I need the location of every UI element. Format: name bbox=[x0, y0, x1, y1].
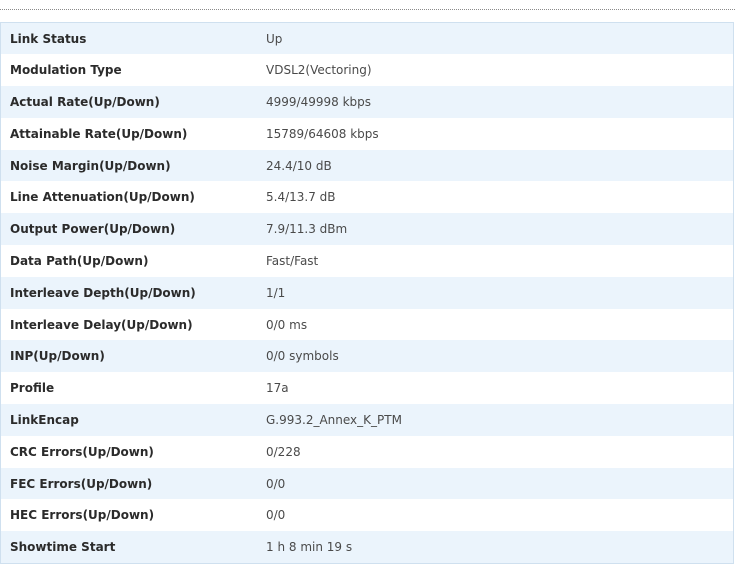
row-label: Interleave Delay(Up/Down) bbox=[0, 308, 266, 341]
table-row: Actual Rate(Up/Down) 4999/49998 kbps bbox=[0, 86, 734, 118]
table-row: HEC Errors(Up/Down) 0/0 bbox=[0, 499, 734, 532]
row-value: 15789/64608 kbps bbox=[266, 117, 734, 150]
row-label: Attainable Rate(Up/Down) bbox=[0, 117, 266, 150]
row-label: Link Status bbox=[0, 22, 266, 55]
table-row: Output Power(Up/Down) 7.9/11.3 dBm bbox=[0, 213, 734, 246]
table-row: Modulation Type VDSL2(Vectoring) bbox=[0, 54, 734, 87]
row-value: 0/228 bbox=[266, 435, 734, 468]
row-label: INP(Up/Down) bbox=[0, 340, 266, 373]
table-row: INP(Up/Down) 0/0 symbols bbox=[0, 340, 734, 373]
table-row: Profile 17a bbox=[0, 372, 734, 405]
row-label: Profile bbox=[0, 372, 266, 405]
row-value: 1 h 8 min 19 s bbox=[266, 531, 734, 564]
row-value: 0/0 symbols bbox=[266, 340, 734, 373]
table-row: FEC Errors(Up/Down) 0/0 bbox=[0, 467, 734, 500]
row-label: Interleave Depth(Up/Down) bbox=[0, 276, 266, 309]
table-row: Interleave Depth(Up/Down) 1/1 bbox=[0, 276, 734, 309]
table-row: Data Path(Up/Down) Fast/Fast bbox=[0, 245, 734, 277]
row-label: Actual Rate(Up/Down) bbox=[0, 86, 266, 118]
row-value: 7.9/11.3 dBm bbox=[266, 213, 734, 246]
table-row: CRC Errors(Up/Down) 0/228 bbox=[0, 435, 734, 468]
row-value: 0/0 bbox=[266, 467, 734, 500]
row-value: 0/0 bbox=[266, 499, 734, 532]
row-value: 17a bbox=[266, 372, 734, 405]
table-row: Noise Margin(Up/Down) 24.4/10 dB bbox=[0, 149, 734, 182]
row-label: LinkEncap bbox=[0, 404, 266, 436]
row-label: Data Path(Up/Down) bbox=[0, 245, 266, 277]
row-value: 1/1 bbox=[266, 276, 734, 309]
row-value: Fast/Fast bbox=[266, 245, 734, 277]
row-value: 24.4/10 dB bbox=[266, 149, 734, 182]
table-row: Link Status Up bbox=[0, 22, 734, 55]
table-row: Showtime Start 1 h 8 min 19 s bbox=[0, 531, 734, 564]
table-row: LinkEncap G.993.2_Annex_K_PTM bbox=[0, 404, 734, 436]
row-label: FEC Errors(Up/Down) bbox=[0, 467, 266, 500]
table-row: Line Attenuation(Up/Down) 5.4/13.7 dB bbox=[0, 181, 734, 214]
row-label: Noise Margin(Up/Down) bbox=[0, 149, 266, 182]
row-label: Output Power(Up/Down) bbox=[0, 213, 266, 246]
row-value: Up bbox=[266, 22, 734, 55]
row-label: HEC Errors(Up/Down) bbox=[0, 499, 266, 532]
dsl-status-table: Link Status Up Modulation Type VDSL2(Vec… bbox=[0, 22, 734, 564]
row-value: 5.4/13.7 dB bbox=[266, 181, 734, 214]
row-label: Modulation Type bbox=[0, 54, 266, 87]
row-value: 0/0 ms bbox=[266, 308, 734, 341]
row-label: Line Attenuation(Up/Down) bbox=[0, 181, 266, 214]
row-value: 4999/49998 kbps bbox=[266, 86, 734, 118]
row-value: VDSL2(Vectoring) bbox=[266, 54, 734, 87]
top-divider bbox=[0, 9, 735, 10]
table-row: Attainable Rate(Up/Down) 15789/64608 kbp… bbox=[0, 117, 734, 150]
row-label: Showtime Start bbox=[0, 531, 266, 564]
row-value: G.993.2_Annex_K_PTM bbox=[266, 404, 734, 436]
table-row: Interleave Delay(Up/Down) 0/0 ms bbox=[0, 308, 734, 341]
row-label: CRC Errors(Up/Down) bbox=[0, 435, 266, 468]
